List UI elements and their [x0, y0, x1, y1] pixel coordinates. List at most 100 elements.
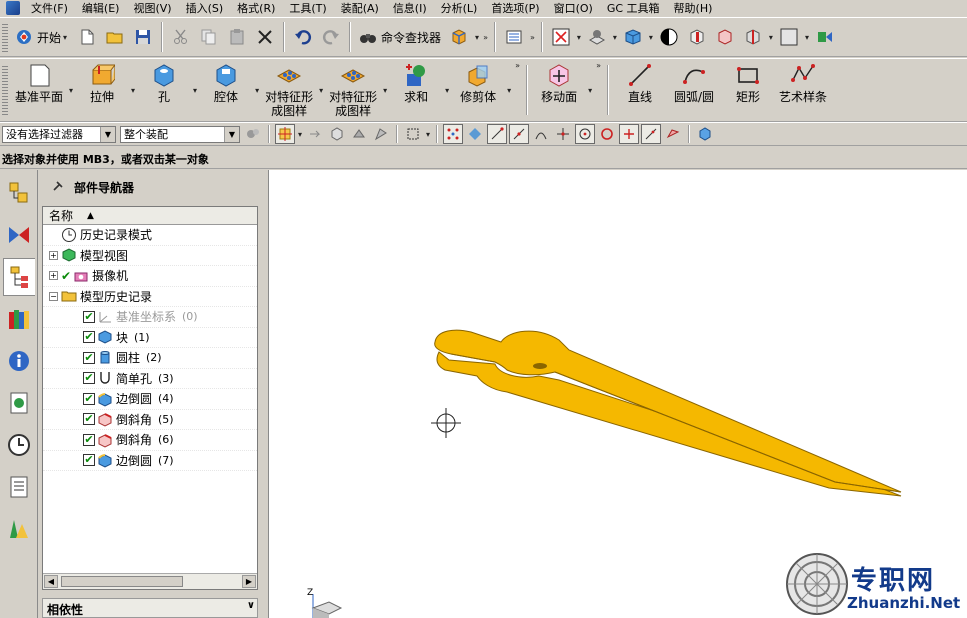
chevron-down-icon[interactable]: ▾: [69, 86, 73, 95]
command-finder-button[interactable]: 命令查找器: [355, 28, 445, 46]
control-point-button[interactable]: [531, 124, 551, 144]
tree-node[interactable]: ✔ 简单孔 (3): [43, 369, 257, 389]
start-button[interactable]: 开始 ▾: [11, 28, 73, 46]
chevron-down-icon[interactable]: ▾: [475, 33, 479, 42]
constraint-navigator-tab[interactable]: [3, 216, 35, 254]
rectangle-select-button[interactable]: [403, 124, 423, 144]
intersection-button[interactable]: [553, 124, 573, 144]
dependencies-panel-header[interactable]: 相依性 ∨: [42, 598, 258, 618]
cut-button[interactable]: [169, 25, 193, 49]
chevron-down-icon[interactable]: ▾: [445, 86, 449, 95]
roles-tab[interactable]: [3, 510, 35, 548]
tree-node[interactable]: ✔ 边倒圆 (4): [43, 389, 257, 410]
menu-item[interactable]: 格式(R): [230, 0, 282, 16]
menu-item[interactable]: 工具(T): [282, 0, 333, 16]
tool-pattern-feature-button[interactable]: 对特征形 成图样: [325, 60, 381, 120]
chevron-down-icon[interactable]: ▾: [649, 33, 653, 42]
tree-node[interactable]: ✔ 基准坐标系 (0): [43, 307, 257, 328]
tree-node[interactable]: 历史记录模式: [43, 225, 257, 246]
wave-geometry-button[interactable]: [695, 124, 715, 144]
section-view-button[interactable]: [685, 25, 709, 49]
existing-point-button[interactable]: [619, 124, 640, 144]
checkbox-icon[interactable]: ✔: [83, 454, 95, 467]
assembly-nav-button[interactable]: [813, 25, 837, 49]
tree-node[interactable]: ✔ 倒斜角 (6): [43, 430, 257, 451]
tool-rectangle-button[interactable]: 矩形: [721, 60, 775, 120]
chevron-down-icon[interactable]: ▼: [224, 126, 239, 142]
name-column-header[interactable]: 名称 ▲: [43, 207, 257, 225]
chevron-down-icon[interactable]: ▾: [805, 33, 809, 42]
toolbar-overflow-icon[interactable]: »: [483, 33, 488, 42]
tool-arc-button[interactable]: 圆弧/圆: [667, 60, 721, 120]
tool-line-button[interactable]: 直线: [613, 60, 667, 120]
point-on-face-button[interactable]: [663, 124, 683, 144]
menu-item[interactable]: 首选项(P): [484, 0, 546, 16]
snap-settings-button[interactable]: [465, 124, 485, 144]
undo-button[interactable]: [291, 25, 315, 49]
paste-button[interactable]: [225, 25, 249, 49]
checkbox-icon[interactable]: ✔: [83, 351, 95, 364]
view-orient-button[interactable]: [447, 25, 471, 49]
tree-node[interactable]: ✔ 边倒圆 (7): [43, 451, 257, 471]
chevron-down-icon[interactable]: ▾: [588, 86, 592, 95]
fit-button[interactable]: [549, 25, 573, 49]
chevron-down-icon[interactable]: ▾: [507, 86, 511, 95]
part-navigator-tab[interactable]: [3, 258, 35, 296]
new-button[interactable]: [75, 25, 99, 49]
tool-pocket-button[interactable]: 腔体: [199, 60, 253, 120]
menu-item[interactable]: 视图(V): [126, 0, 178, 16]
assembly-navigator-tab[interactable]: [3, 174, 35, 212]
checkbox-icon[interactable]: ✔: [83, 331, 95, 344]
horizontal-scrollbar[interactable]: ◀ ▶: [43, 573, 257, 589]
render-style-button[interactable]: [585, 25, 609, 49]
tree-node[interactable]: + ✔ 摄像机: [43, 266, 257, 287]
delete-button[interactable]: [253, 25, 277, 49]
tree-node[interactable]: ✔ 圆柱 (2): [43, 348, 257, 369]
reuse-library-tab[interactable]: [3, 300, 35, 338]
graphics-window[interactable]: Z 专职网 Zhuanzhi.Net: [268, 170, 967, 618]
tool-pattern-feature-button[interactable]: 对特征形 成图样: [261, 60, 317, 120]
menu-item[interactable]: 编辑(E): [75, 0, 127, 16]
type-filter-select[interactable]: 没有选择过滤器 ▼: [2, 125, 116, 143]
tool-extrude-button[interactable]: 拉伸: [75, 60, 129, 120]
snap-points-button[interactable]: [443, 124, 464, 144]
chevron-down-icon[interactable]: ▾: [426, 130, 430, 139]
select-body-button[interactable]: [327, 124, 347, 144]
chevron-down-icon[interactable]: ∨: [247, 600, 255, 611]
viewport-canvas[interactable]: [269, 170, 967, 618]
chevron-down-icon[interactable]: ▾: [613, 33, 617, 42]
menu-item[interactable]: 帮助(H): [667, 0, 720, 16]
tree-node[interactable]: − 模型历史记录: [43, 287, 257, 307]
toolbar-overflow-icon[interactable]: »: [515, 61, 520, 70]
toolbar-grip[interactable]: [2, 21, 8, 53]
redo-button[interactable]: [319, 25, 343, 49]
menu-item[interactable]: 插入(S): [179, 0, 231, 16]
history-tab[interactable]: [3, 426, 35, 464]
chevron-down-icon[interactable]: ▾: [769, 33, 773, 42]
chevron-down-icon[interactable]: ▾: [255, 86, 259, 95]
part-model[interactable]: [434, 329, 902, 497]
select-feature-button[interactable]: [305, 124, 325, 144]
end-point-button[interactable]: [487, 124, 508, 144]
chevron-down-icon[interactable]: ▾: [383, 86, 387, 95]
scroll-right-icon[interactable]: ▶: [242, 575, 256, 588]
checkbox-icon[interactable]: ✔: [83, 392, 95, 405]
selection-scope-select[interactable]: 整个装配 ▼: [120, 125, 240, 143]
general-selection-button[interactable]: [275, 124, 295, 144]
scroll-thumb[interactable]: [61, 576, 183, 587]
tree-node[interactable]: ✔ 倒斜角 (5): [43, 410, 257, 430]
tree-node[interactable]: ✔ 块 (1): [43, 328, 257, 348]
menu-item[interactable]: 文件(F): [24, 0, 75, 16]
tool-move-face-button[interactable]: 移动面: [532, 60, 586, 120]
shaded-view-button[interactable]: [621, 25, 645, 49]
save-button[interactable]: [131, 25, 155, 49]
checkmark-icon[interactable]: ✔: [61, 269, 71, 283]
display-box-button[interactable]: [777, 25, 801, 49]
tool-unite-button[interactable]: 求和: [389, 60, 443, 120]
toolbar-overflow-icon[interactable]: »: [530, 33, 535, 42]
chevron-down-icon[interactable]: ▾: [63, 33, 67, 42]
scroll-left-icon[interactable]: ◀: [44, 575, 58, 588]
assembly-filter-button[interactable]: [243, 124, 263, 144]
tool-datum-plane-button[interactable]: 基准平面: [11, 60, 67, 120]
tool-hole-button[interactable]: 孔: [137, 60, 191, 120]
